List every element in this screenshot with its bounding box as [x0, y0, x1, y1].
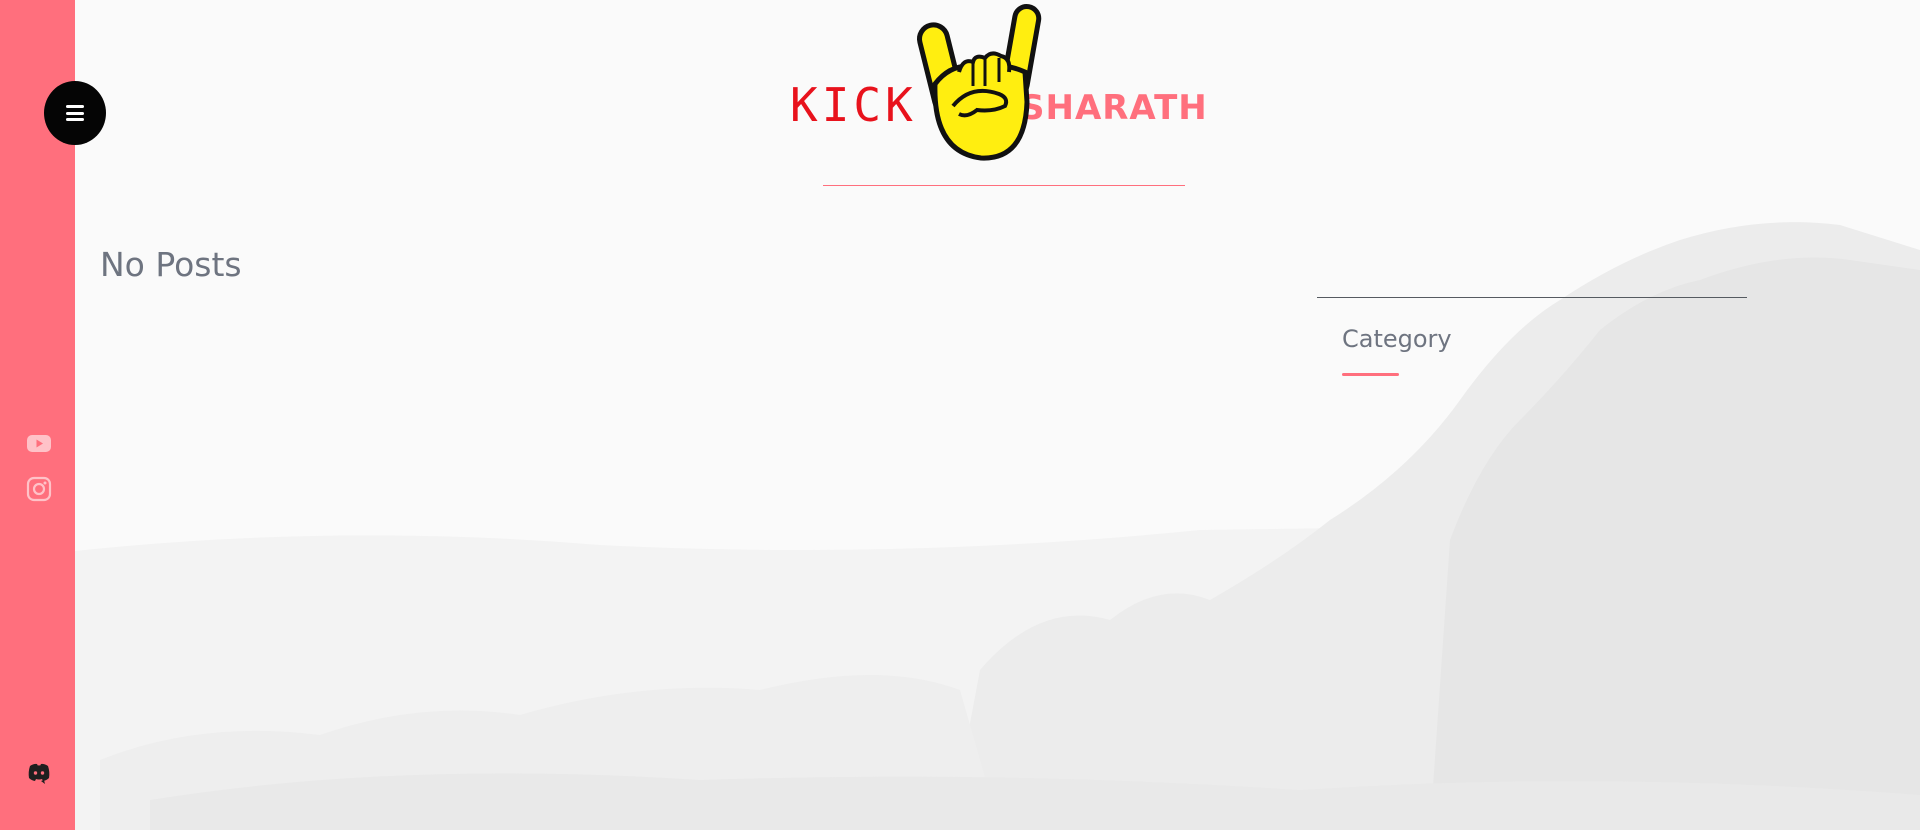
- discord-icon: [28, 763, 50, 784]
- header-divider: [823, 185, 1185, 186]
- logo-word-sharath: SHARATH: [1020, 88, 1208, 128]
- youtube-icon: [27, 435, 51, 452]
- site-logo[interactable]: KICK SHARATH: [780, 0, 1220, 170]
- rock-hand-icon: [917, 4, 1042, 161]
- widget-title-underline: [1342, 373, 1399, 376]
- hamburger-menu-icon: [66, 105, 84, 121]
- instagram-link[interactable]: [26, 476, 52, 502]
- category-widget-title: Category: [1342, 325, 1452, 353]
- logo-word-kick: KICK: [790, 78, 917, 132]
- widget-divider: [1317, 297, 1747, 298]
- youtube-link[interactable]: [26, 430, 52, 456]
- menu-toggle-button[interactable]: [44, 81, 106, 145]
- discord-link[interactable]: [26, 760, 52, 786]
- instagram-icon: [26, 476, 52, 502]
- no-posts-message: No Posts: [100, 245, 242, 284]
